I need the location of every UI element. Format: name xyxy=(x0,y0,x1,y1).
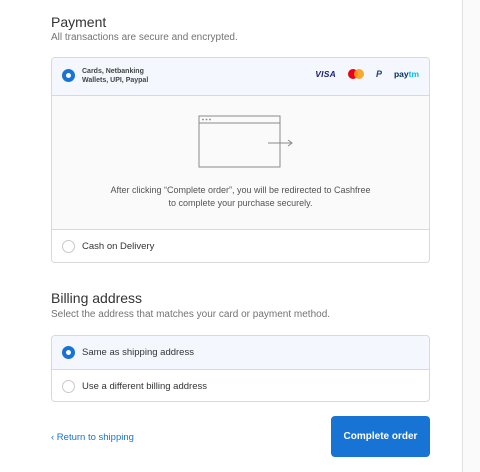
redirect-notice-panel: After clicking “Complete order”, you wil… xyxy=(52,95,429,229)
label-line-2: Wallets, UPI, Paypal xyxy=(82,77,149,84)
paypal-logo: P xyxy=(375,69,382,79)
payment-option-cod-label: Cash on Delivery xyxy=(82,241,155,252)
payment-heading: Payment xyxy=(51,14,107,30)
redirect-line-2: to complete your purchase securely. xyxy=(168,198,313,208)
billing-option-different[interactable]: Use a different billing address xyxy=(52,369,429,401)
mastercard-logo xyxy=(347,69,364,79)
radio-same-address[interactable] xyxy=(62,346,75,359)
radio-cashfree[interactable] xyxy=(62,69,75,82)
order-summary-edge xyxy=(463,0,480,472)
billing-option-same[interactable]: Same as shipping address xyxy=(52,336,429,369)
visa-logo: VISA xyxy=(315,69,336,79)
radio-cod[interactable] xyxy=(62,240,75,253)
payment-logos: VISA P paytm xyxy=(315,69,419,79)
billing-options-box: Same as shipping address Use a different… xyxy=(51,335,430,402)
label-line-1: Cards, Netbanking xyxy=(82,68,144,75)
paytm-logo: paytm xyxy=(394,69,419,79)
complete-order-button[interactable]: Complete order xyxy=(331,416,430,457)
paytm-logo-part-2: tm xyxy=(408,69,419,79)
radio-different-address[interactable] xyxy=(62,380,75,393)
payment-option-cod[interactable]: Cash on Delivery xyxy=(52,229,429,262)
redirect-line-1: After clicking “Complete order”, you wil… xyxy=(110,185,371,195)
redirect-notice-text: After clicking “Complete order”, you wil… xyxy=(52,184,429,210)
payment-methods-box: Cards, Netbanking Wallets, UPI, Paypal V… xyxy=(51,57,430,263)
payment-option-cashfree-label: Cards, Netbanking Wallets, UPI, Paypal xyxy=(82,67,148,85)
billing-subtitle: Select the address that matches your car… xyxy=(51,309,331,320)
return-to-shipping-link[interactable]: ‹ Return to shipping xyxy=(51,432,134,443)
payment-option-cashfree[interactable]: Cards, Netbanking Wallets, UPI, Paypal V… xyxy=(52,58,429,95)
billing-option-different-label: Use a different billing address xyxy=(82,381,207,392)
billing-option-same-label: Same as shipping address xyxy=(82,347,194,358)
paytm-logo-part-1: pay xyxy=(393,69,409,79)
payment-subtitle: All transactions are secure and encrypte… xyxy=(51,32,238,43)
billing-heading: Billing address xyxy=(51,290,143,306)
browser-redirect-icon xyxy=(198,115,293,168)
